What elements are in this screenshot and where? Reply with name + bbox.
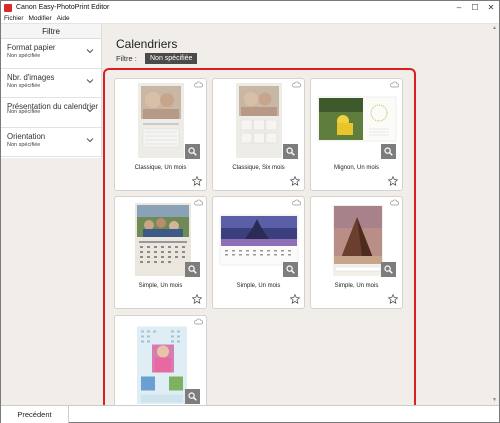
minimize-icon[interactable]: – — [451, 1, 467, 14]
filter-header: Filtre — [1, 24, 101, 39]
zoom-button[interactable] — [185, 144, 200, 159]
zoom-button[interactable] — [283, 262, 298, 277]
active-filter-label: Filtre : — [116, 54, 137, 63]
magnifier-icon — [188, 147, 197, 156]
template-caption: Simple, Un mois — [236, 283, 281, 289]
template-card[interactable]: Classique, Six mois — [212, 78, 305, 191]
scroll-down-icon[interactable]: ▼ — [492, 397, 497, 403]
zoom-button[interactable] — [381, 262, 396, 277]
template-card[interactable]: Simple, Un mois — [114, 196, 207, 309]
favorite-star-icon[interactable] — [192, 176, 202, 186]
template-card[interactable]: Classique, Un mois — [114, 78, 207, 191]
magnifier-icon — [286, 265, 295, 274]
filter-sidebar: Filtre Format papier Non spécifiée Nbr. … — [1, 24, 102, 158]
filter-calendar-layout[interactable]: Présentation du calendrier Non spécifiée — [1, 98, 101, 128]
zoom-button[interactable] — [381, 144, 396, 159]
chevron-down-icon — [86, 78, 94, 83]
filter-image-count[interactable]: Nbr. d'images Non spécifiée — [1, 69, 101, 98]
menu-fichier[interactable]: Fichier — [4, 15, 24, 22]
app-window: Canon Easy-PhotoPrint Editor – ☐ ✕ Fichi… — [0, 0, 500, 423]
menu-modifier[interactable]: Modifier — [29, 15, 52, 22]
zoom-button[interactable] — [185, 262, 200, 277]
favorite-star-icon[interactable] — [388, 176, 398, 186]
scroll-up-icon[interactable]: ▲ — [492, 25, 497, 31]
template-caption: Mignon, Un mois — [333, 165, 380, 171]
title-bar: Canon Easy-PhotoPrint Editor – ☐ ✕ — [1, 1, 499, 14]
template-card[interactable] — [114, 315, 207, 406]
menu-bar: Fichier Modifier Aide — [1, 14, 499, 24]
template-card[interactable]: Simple, Un mois — [310, 196, 403, 309]
active-filter-chip[interactable]: Non spécifiée — [145, 53, 198, 64]
app-logo-icon — [4, 3, 12, 12]
template-caption: Classique, Six mois — [232, 165, 285, 171]
favorite-star-icon[interactable] — [290, 176, 300, 186]
template-caption: Simple, Un mois — [138, 283, 183, 289]
menu-aide[interactable]: Aide — [57, 15, 70, 22]
filter-paper-size[interactable]: Format papier Non spécifiée — [1, 39, 101, 69]
favorite-star-icon[interactable] — [388, 294, 398, 304]
filter-orientation[interactable]: Orientation Non spécifiée — [1, 128, 101, 157]
close-icon[interactable]: ✕ — [483, 1, 499, 14]
magnifier-icon — [188, 392, 197, 401]
template-caption: Simple, Un mois — [334, 283, 379, 289]
back-button[interactable]: Precédent — [1, 406, 69, 423]
magnifier-icon — [384, 265, 393, 274]
favorite-star-icon[interactable] — [290, 294, 300, 304]
magnifier-icon — [188, 265, 197, 274]
template-card[interactable]: Simple, Un mois — [212, 196, 305, 309]
magnifier-icon — [286, 147, 295, 156]
chevron-down-icon — [86, 49, 94, 54]
bottom-bar: Precédent — [1, 405, 499, 423]
chevron-down-icon — [86, 137, 94, 142]
window-title: Canon Easy-PhotoPrint Editor — [16, 4, 110, 11]
zoom-button[interactable] — [185, 389, 200, 404]
page-title: Calendriers — [116, 37, 178, 51]
template-card[interactable]: Mignon, Un mois — [310, 78, 403, 191]
magnifier-icon — [384, 147, 393, 156]
zoom-button[interactable] — [283, 144, 298, 159]
template-caption: Classique, Un mois — [134, 165, 187, 171]
chevron-down-icon — [86, 108, 94, 113]
maximize-icon[interactable]: ☐ — [467, 1, 483, 14]
favorite-star-icon[interactable] — [192, 294, 202, 304]
